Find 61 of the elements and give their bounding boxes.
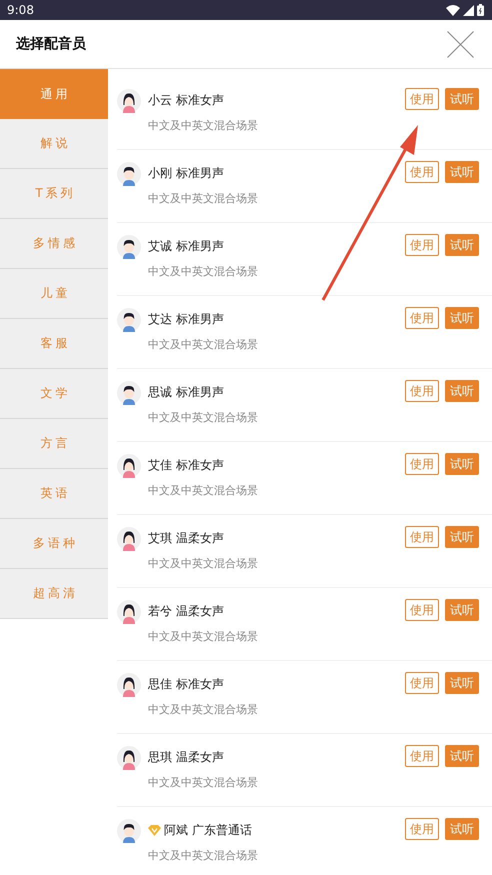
voice-description: 中文及中英文混合场景: [148, 629, 259, 644]
use-button[interactable]: 使用: [405, 453, 439, 475]
use-button[interactable]: 使用: [405, 599, 439, 621]
preview-button[interactable]: 试听: [445, 88, 479, 110]
preview-button[interactable]: 试听: [445, 307, 479, 329]
use-button[interactable]: 使用: [405, 526, 439, 548]
voice-name: 思诚 标准男声: [148, 384, 224, 400]
preview-button[interactable]: 试听: [445, 672, 479, 694]
voice-name: 艾佳 标准女声: [148, 456, 224, 474]
use-button[interactable]: 使用: [405, 307, 439, 329]
voice-name: 艾琪 温柔女声: [148, 530, 224, 546]
voice-description: 中文及中英文混合场景: [148, 556, 259, 571]
voice-name: 艾达 标准男声: [148, 310, 224, 328]
category-tab[interactable]: 多情感: [0, 219, 108, 269]
voice-description: 中文及中英文混合场景: [148, 191, 259, 206]
signal-icon: [463, 4, 474, 16]
voice-name: 艾诚 标准男声: [148, 238, 224, 254]
voice-name: 思琪 温柔女声: [148, 748, 224, 766]
use-button[interactable]: 使用: [405, 745, 439, 767]
page-title: 选择配音员: [16, 35, 86, 53]
voice-description: 中文及中英文混合场景: [148, 410, 259, 425]
voice-name: 若兮 温柔女声: [148, 602, 224, 620]
category-tab[interactable]: T系列: [0, 169, 108, 219]
use-button[interactable]: 使用: [405, 380, 439, 402]
category-tab[interactable]: 多语种: [0, 519, 108, 569]
voice-description: 中文及中英文混合场景: [148, 118, 259, 133]
voice-name: 小刚 标准男声: [148, 164, 224, 182]
category-tab[interactable]: 儿童: [0, 269, 108, 319]
voice-description: 中文及中英文混合场景: [148, 483, 259, 498]
preview-button[interactable]: 试听: [445, 161, 479, 183]
category-tab[interactable]: 方言: [0, 419, 108, 469]
preview-button[interactable]: 试听: [445, 380, 479, 402]
use-button[interactable]: 使用: [405, 672, 439, 694]
voice-name: 阿斌 广东普通话: [164, 822, 252, 838]
use-button[interactable]: 使用: [405, 818, 439, 840]
category-tab[interactable]: 客服: [0, 319, 108, 369]
use-button[interactable]: 使用: [405, 88, 439, 110]
voice-description: 中文及中英文混合场景: [148, 337, 259, 352]
category-tab[interactable]: 解说: [0, 119, 108, 169]
voice-description: 中文及中英文混合场景: [148, 264, 259, 279]
preview-button[interactable]: 试听: [445, 818, 479, 840]
category-tab[interactable]: 英语: [0, 469, 108, 519]
voice-name: 小云 标准女声: [148, 92, 224, 108]
preview-button[interactable]: 试听: [445, 599, 479, 621]
close-icon[interactable]: [447, 30, 474, 58]
voice-name: 思佳 标准女声: [148, 676, 224, 692]
preview-button[interactable]: 试听: [445, 453, 479, 475]
voice-description: 中文及中英文混合场景: [148, 775, 259, 790]
voice-description: 中文及中英文混合场景: [148, 848, 259, 863]
wifi-icon: [446, 4, 460, 16]
battery-icon: [477, 4, 484, 16]
category-tab[interactable]: 超高清: [0, 569, 108, 619]
category-tab[interactable]: 文学: [0, 369, 108, 419]
status-time: 9:08: [7, 3, 34, 17]
preview-button[interactable]: 试听: [445, 745, 479, 767]
preview-button[interactable]: 试听: [445, 526, 479, 548]
category-tab[interactable]: 通用: [0, 69, 108, 119]
preview-button[interactable]: 试听: [445, 234, 479, 256]
use-button[interactable]: 使用: [405, 234, 439, 256]
use-button[interactable]: 使用: [405, 161, 439, 183]
voice-description: 中文及中英文混合场景: [148, 702, 259, 717]
